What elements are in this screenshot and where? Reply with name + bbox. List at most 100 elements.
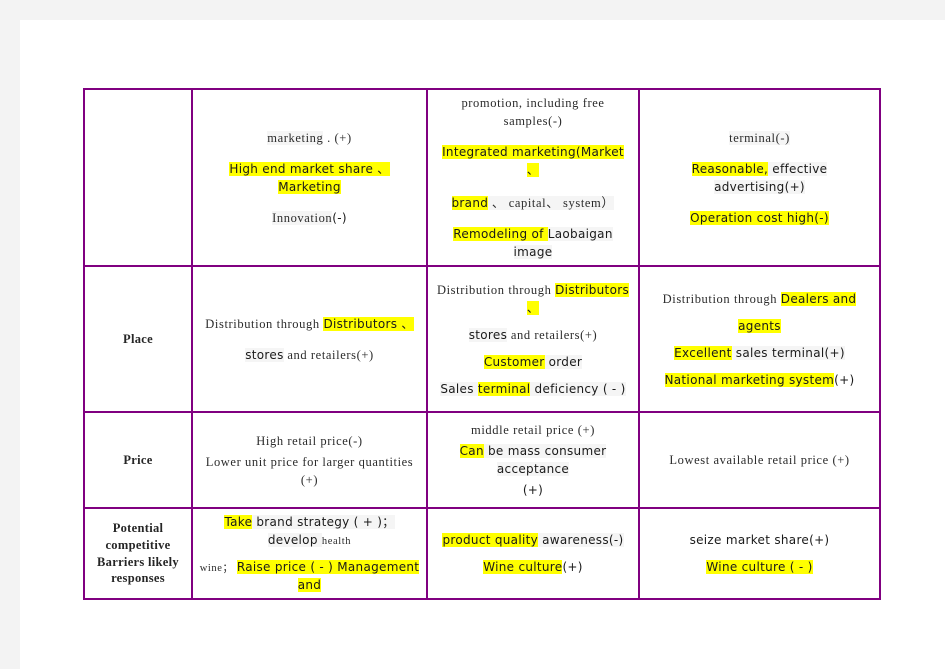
text-run: promotion, including free samples(-)	[461, 96, 605, 128]
cell-text-line: Reasonable, effective advertising(+)	[646, 160, 873, 196]
highlighted-text-run: Dealers and	[780, 291, 857, 306]
table-row: marketing . (+) High end market share 、Ma…	[83, 88, 881, 267]
text-run: wine；	[199, 563, 237, 574]
cell-text-line: Take brand strategy ( + )； develop healt…	[199, 513, 420, 549]
cell-r1-c1: Distribution through Distributors 、 store…	[191, 265, 428, 413]
highlighted-text-run: Take	[224, 515, 253, 529]
cell-text-line: Operation cost high(-)	[646, 209, 873, 227]
highlighted-text-run: Wine culture	[483, 560, 563, 574]
highlighted-text-run: Excellent	[674, 345, 732, 360]
text-run: (+)	[522, 483, 544, 497]
row-label-cell-2: Price	[83, 411, 193, 509]
cell-content: seize market share(+) Wine culture ( - )	[646, 531, 873, 576]
row-label-line: Potential	[112, 520, 164, 535]
cell-r0-c1: marketing . (+) High end market share 、Ma…	[191, 88, 428, 267]
highlighted-text-run: Distributors 、	[323, 316, 414, 331]
cell-content: middle retail price (+) Can be mass consu…	[434, 421, 632, 499]
cell-content: marketing . (+) High end market share 、Ma…	[199, 129, 420, 227]
cell-text-line: Integrated marketing(Market 、	[434, 143, 632, 179]
text-run: Innovation	[272, 210, 333, 225]
row-label-cell-3: Potential competitive Barriers likely respo…	[83, 507, 193, 600]
cell-text-line: seize market share(+)	[646, 531, 873, 549]
cell-text-line: Customer order	[434, 353, 632, 371]
highlighted-text-run: Customer	[483, 354, 545, 369]
cell-text-line: product quality awareness(-)	[434, 531, 632, 549]
text-run: (-)	[332, 210, 347, 225]
highlighted-text-run: Remodeling of	[453, 227, 548, 241]
cell-r2-c3: Lowest available retail price (+)	[638, 411, 881, 509]
text-run: marketing	[267, 130, 324, 145]
text-run: Distribution through	[436, 282, 556, 297]
highlighted-text-run: product quality	[442, 533, 539, 547]
cell-r3-c3: seize market share(+) Wine culture ( - )	[638, 507, 881, 600]
text-run: . (+)	[323, 130, 352, 145]
text-run: Lower unit price for larger quantities (…	[205, 454, 414, 487]
text-run: Sales	[440, 381, 478, 396]
text-run: Distribution through	[205, 316, 324, 331]
text-run: (+)	[834, 372, 855, 387]
cell-content: Take brand strategy ( + )； develop healt…	[199, 513, 420, 594]
text-run: awareness(-)	[538, 533, 624, 547]
text-run: stores	[245, 347, 284, 362]
text-run: middle retail price (+)	[471, 423, 595, 437]
cell-text-line: Lowest available retail price (+)	[646, 451, 873, 469]
text-run: terminal(-)	[729, 130, 790, 145]
text-run: Distribution through	[662, 291, 781, 306]
text-run: and retailers(+)	[283, 347, 374, 362]
table-row: Potential competitive Barriers likely respo…	[83, 507, 881, 600]
text-run: order	[544, 354, 583, 369]
cell-r3-c2: product quality awareness(-) Wine culture…	[426, 507, 640, 600]
cell-r1-c3: Distribution through Dealers and agents Ex…	[638, 265, 881, 413]
highlighted-text-run: terminal	[477, 381, 531, 396]
cell-text-line: Lower unit price for larger quantities (…	[199, 453, 420, 489]
cell-content: terminal(-) Reasonable, effective adverti…	[646, 129, 873, 227]
cell-text-line: agents	[646, 317, 873, 335]
cell-r2-c2: middle retail price (+) Can be mass consu…	[426, 411, 640, 509]
table-row: Place Distribution through Distributors …	[83, 265, 881, 413]
cell-content: product quality awareness(-) Wine culture…	[434, 531, 632, 576]
cell-text-line: marketing . (+)	[199, 129, 420, 147]
page-top-margin-band	[0, 0, 945, 20]
row-label-cell-0	[83, 88, 193, 267]
cell-content: Lowest available retail price (+)	[646, 451, 873, 469]
cell-text-line: (+)	[434, 481, 632, 499]
table-row: Price High retail price(-) Lower unit pri…	[83, 411, 881, 509]
text-run: deficiency ( - )	[530, 381, 626, 396]
highlighted-text-run: Can	[459, 444, 484, 458]
cell-text-line: brand 、 capital、 system）	[434, 192, 632, 212]
row-label-cell-1: Place	[83, 265, 193, 413]
cell-r3-c1: Take brand strategy ( + )； develop healt…	[191, 507, 428, 600]
text-run: seize market share(+)	[689, 533, 830, 547]
text-run: sales terminal(+)	[731, 345, 845, 360]
highlighted-text-run: Raise price ( - ) Management and	[236, 560, 420, 592]
highlighted-text-run: Operation cost high(-)	[690, 210, 829, 225]
row-label-line: Barriers likely	[97, 554, 179, 569]
cell-text-line: stores and retailers(+)	[199, 346, 420, 364]
marketing-comparison-table: marketing . (+) High end market share 、Ma…	[83, 88, 881, 600]
cell-text-line: National marketing system(+)	[646, 371, 873, 389]
highlighted-text-run: National marketing system	[664, 372, 835, 387]
cell-text-line: Wine culture ( - )	[646, 558, 873, 576]
cell-text-line: Distribution through Distributors 、	[434, 281, 632, 317]
cell-r1-c2: Distribution through Distributors 、 store…	[426, 265, 640, 413]
cell-text-line: terminal(-)	[646, 129, 873, 147]
text-run: health	[321, 536, 352, 547]
document-page: marketing . (+) High end market share 、Ma…	[20, 20, 945, 669]
text-run: 、 capital、 system）	[488, 196, 615, 210]
text-run: and retailers(+)	[507, 327, 598, 342]
cell-text-line: Distribution through Dealers and	[646, 290, 873, 308]
text-run: High retail price(-)	[256, 433, 363, 448]
cell-content: High retail price(-) Lower unit price for…	[199, 432, 420, 489]
highlighted-text-run: Integrated marketing(Market 、	[442, 145, 624, 177]
cell-text-line: Remodeling of Laobaigan image	[434, 225, 632, 261]
cell-text-line: Sales terminal deficiency ( - )	[434, 380, 632, 398]
cell-text-line: middle retail price (+)	[434, 421, 632, 439]
cell-text-line: Excellent sales terminal(+)	[646, 344, 873, 362]
highlighted-text-run: Wine culture ( - )	[706, 560, 813, 574]
text-run: (+)	[562, 560, 583, 574]
cell-r0-c3: terminal(-) Reasonable, effective adverti…	[638, 88, 881, 267]
row-label-line: Place	[123, 331, 153, 346]
row-label-line: Price	[123, 452, 153, 467]
cell-content: promotion, including free samples(-) Inte…	[434, 94, 632, 261]
highlighted-text-run: Reasonable,	[691, 161, 769, 176]
